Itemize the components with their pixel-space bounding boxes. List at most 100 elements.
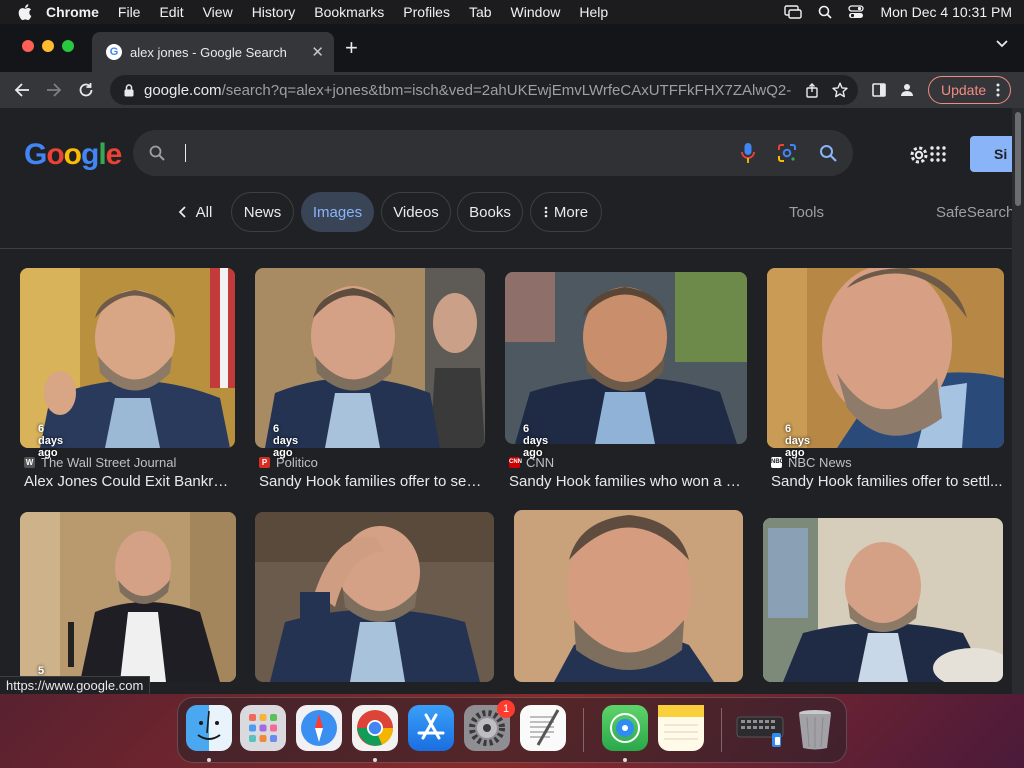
result-title[interactable]: Sandy Hook families who won a $1... bbox=[509, 473, 747, 490]
menu-app-name[interactable]: Chrome bbox=[46, 4, 99, 20]
chip-all[interactable]: All bbox=[170, 192, 220, 232]
menu-bookmarks[interactable]: Bookmarks bbox=[314, 4, 384, 20]
update-button[interactable]: Update bbox=[928, 76, 1012, 104]
back-button[interactable] bbox=[8, 76, 36, 104]
result-thumbnail[interactable] bbox=[20, 268, 235, 448]
sign-in-button[interactable]: Si bbox=[970, 136, 1012, 172]
control-center-icon[interactable] bbox=[848, 5, 865, 19]
google-logo[interactable]: Google bbox=[24, 138, 122, 172]
bookmark-star-icon[interactable] bbox=[832, 82, 848, 98]
minimize-window-button[interactable] bbox=[42, 40, 54, 52]
more-vertical-icon bbox=[996, 83, 1000, 97]
header-divider bbox=[0, 248, 1012, 249]
tab-search-chevron-icon[interactable] bbox=[996, 40, 1008, 48]
profile-avatar-icon[interactable] bbox=[900, 83, 914, 97]
result-thumbnail[interactable] bbox=[763, 518, 1003, 682]
result-thumbnail[interactable] bbox=[505, 272, 747, 444]
menu-help[interactable]: Help bbox=[579, 4, 608, 20]
app-store-icon[interactable] bbox=[408, 705, 454, 751]
address-bar[interactable]: google.com /search?q=alex+jones&tbm=isch… bbox=[110, 75, 858, 105]
menu-history[interactable]: History bbox=[252, 4, 296, 20]
google-images-page: Google Si All News Images Videos Books M… bbox=[0, 108, 1012, 694]
macos-dock: 1 bbox=[177, 697, 847, 763]
trash-icon[interactable] bbox=[792, 705, 838, 751]
chip-more[interactable]: More bbox=[530, 192, 602, 232]
result-thumbnail[interactable] bbox=[20, 512, 236, 682]
close-window-button[interactable] bbox=[22, 40, 34, 52]
share-icon[interactable] bbox=[806, 82, 818, 98]
apple-menu-icon[interactable] bbox=[18, 4, 32, 20]
dock-separator bbox=[583, 708, 584, 752]
scrollbar-thumb[interactable] bbox=[1015, 112, 1021, 206]
keyboard-viewer-icon[interactable] bbox=[736, 705, 784, 751]
voice-search-mic-icon[interactable] bbox=[741, 142, 755, 164]
new-tab-icon[interactable]: + bbox=[345, 37, 358, 59]
tab-title: alex jones - Google Search bbox=[130, 44, 287, 60]
result-photo bbox=[255, 512, 494, 682]
result-source[interactable]: P Politico bbox=[259, 455, 318, 470]
search-submit-icon[interactable] bbox=[819, 144, 837, 162]
wsj-favicon-icon: W bbox=[24, 457, 35, 468]
result-thumbnail[interactable] bbox=[255, 268, 485, 448]
chrome-icon[interactable] bbox=[352, 705, 398, 751]
result-photo bbox=[767, 268, 1004, 448]
find-my-icon[interactable] bbox=[602, 705, 648, 751]
launchpad-icon[interactable] bbox=[240, 705, 286, 751]
reload-button[interactable] bbox=[72, 76, 100, 104]
menu-view[interactable]: View bbox=[203, 4, 233, 20]
result-title[interactable]: Sandy Hook families offer to sett... bbox=[259, 473, 485, 490]
close-tab-icon[interactable]: ✕ bbox=[311, 43, 324, 61]
url-host: google.com bbox=[144, 81, 222, 99]
google-apps-grid-icon[interactable] bbox=[930, 146, 946, 162]
menu-edit[interactable]: Edit bbox=[159, 4, 183, 20]
running-indicator bbox=[373, 758, 377, 762]
result-source-name: The Wall Street Journal bbox=[41, 455, 177, 470]
browser-tab-active[interactable]: G alex jones - Google Search ✕ bbox=[92, 32, 334, 72]
page-vertical-scrollbar[interactable] bbox=[1012, 108, 1024, 694]
spotlight-search-icon[interactable] bbox=[818, 5, 833, 19]
result-thumbnail[interactable] bbox=[255, 512, 494, 682]
chrome-window: G alex jones - Google Search ✕ + google.… bbox=[0, 24, 1024, 694]
result-title[interactable]: Alex Jones Could Exit Bankrup... bbox=[24, 473, 235, 490]
search-input-caret[interactable] bbox=[185, 144, 186, 162]
textedit-icon[interactable] bbox=[520, 705, 566, 751]
system-settings-icon[interactable]: 1 bbox=[464, 700, 515, 751]
result-thumbnail[interactable] bbox=[514, 510, 743, 682]
zoom-window-button[interactable] bbox=[62, 40, 74, 52]
lock-icon[interactable] bbox=[124, 83, 134, 97]
menu-tab[interactable]: Tab bbox=[469, 4, 492, 20]
menubar-status-area: Mon Dec 4 10:31 PM bbox=[784, 4, 1012, 20]
chip-images[interactable]: Images bbox=[301, 192, 374, 232]
safesearch-button[interactable]: SafeSearch bbox=[936, 204, 1012, 221]
screen-mirroring-icon[interactable] bbox=[784, 5, 803, 19]
result-title[interactable]: Sandy Hook families offer to settl... bbox=[771, 473, 1004, 490]
more-vertical-icon bbox=[544, 206, 548, 218]
finder-icon[interactable] bbox=[186, 705, 232, 751]
chip-videos[interactable]: Videos bbox=[381, 192, 451, 232]
forward-button[interactable] bbox=[40, 76, 68, 104]
chip-news[interactable]: News bbox=[231, 192, 294, 232]
window-controls bbox=[22, 40, 74, 52]
chip-books[interactable]: Books bbox=[457, 192, 523, 232]
search-box[interactable] bbox=[133, 130, 853, 176]
safari-icon[interactable] bbox=[296, 705, 342, 751]
notes-pad bbox=[658, 705, 704, 740]
result-source[interactable]: CNN CNN bbox=[509, 455, 554, 470]
back-arrow-icon bbox=[14, 83, 29, 97]
result-source[interactable]: NBC NBC News bbox=[771, 455, 852, 470]
menu-profiles[interactable]: Profiles bbox=[403, 4, 450, 20]
settings-gear-icon[interactable] bbox=[908, 144, 930, 166]
google-lens-icon[interactable] bbox=[777, 143, 797, 163]
menu-window[interactable]: Window bbox=[511, 4, 561, 20]
result-age: 6 days ago bbox=[38, 423, 64, 459]
tools-button[interactable]: Tools bbox=[789, 204, 824, 221]
url-path: /search?q=alex+jones&tbm=isch&ved=2ahUKE… bbox=[221, 81, 792, 99]
result-source-name: Politico bbox=[276, 455, 318, 470]
side-panel-icon[interactable] bbox=[872, 83, 886, 97]
result-source[interactable]: W The Wall Street Journal bbox=[24, 455, 176, 470]
result-thumbnail[interactable] bbox=[767, 268, 1004, 448]
menubar-clock[interactable]: Mon Dec 4 10:31 PM bbox=[880, 4, 1012, 20]
menu-file[interactable]: File bbox=[118, 4, 141, 20]
keyboard-glyph bbox=[736, 716, 784, 747]
notes-icon[interactable] bbox=[658, 705, 704, 751]
